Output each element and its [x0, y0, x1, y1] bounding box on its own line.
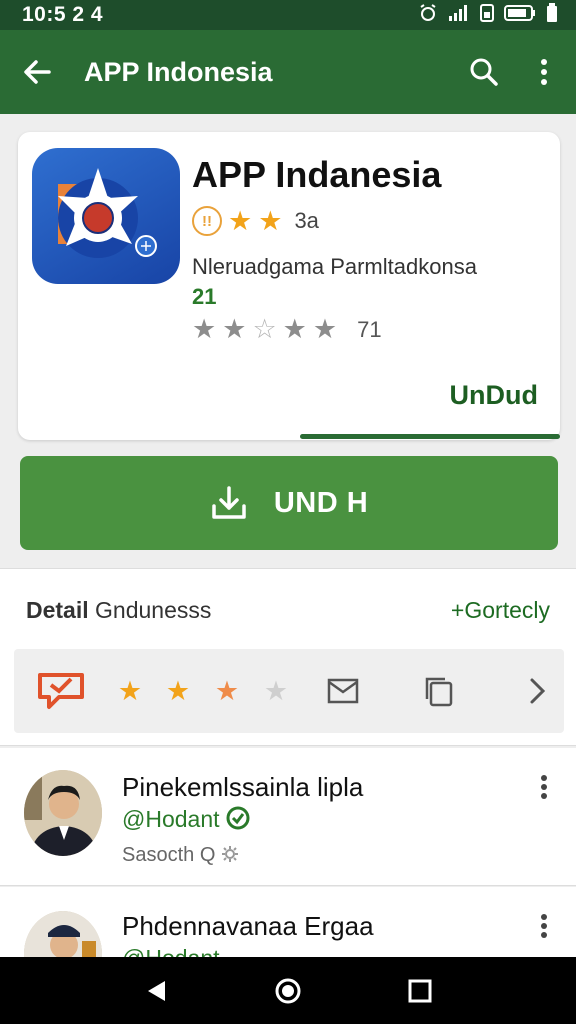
mail-button[interactable] — [326, 649, 360, 733]
download-icon — [212, 486, 246, 519]
chevron-right-icon — [530, 678, 546, 704]
app-category: 21 — [192, 284, 217, 309]
nav-home-icon — [275, 978, 301, 1003]
copy-icon — [425, 677, 453, 707]
next-button[interactable] — [524, 649, 550, 733]
app-bar: APP Indonesia — [0, 30, 576, 114]
install-label: UND H — [273, 486, 369, 519]
star-icon: ★ — [282, 314, 307, 344]
reviewer-name: Phdennavanaa Ergaa — [122, 911, 374, 941]
app-name: APP Indanesia — [192, 154, 442, 195]
battery-wide-icon — [504, 4, 536, 27]
card-underline — [300, 434, 560, 439]
rating-badge: !! — [192, 206, 222, 236]
avatar[interactable] — [24, 770, 102, 856]
nav-back-icon — [148, 980, 165, 1001]
app-info-card: APP Indanesia !! ★ ★ 3a Nleruadgama Parm… — [18, 132, 560, 440]
reviewer-handle: @Hodant — [122, 945, 220, 957]
card-download-link[interactable]: UnDud — [450, 380, 538, 411]
app-icon[interactable] — [32, 148, 180, 284]
status-bar: 10:5 2 4 — [0, 0, 576, 30]
more-vert-icon — [541, 59, 547, 85]
reviewer-name: Pinekemlssainla lipla — [122, 772, 364, 802]
more-vert-icon — [541, 914, 547, 938]
back-arrow-icon — [24, 60, 51, 84]
flag-message-icon — [38, 673, 84, 709]
detail-section: Detail Gndunesss +Gortecly ★ ★ ★ ★ — [0, 568, 576, 746]
app-bar-title: APP Indonesia — [84, 56, 273, 87]
status-icons — [418, 2, 558, 28]
system-nav-bar — [0, 957, 576, 1024]
back-button[interactable] — [0, 30, 74, 114]
alarm-icon — [418, 3, 438, 27]
settings-icon — [221, 846, 238, 862]
detail-title-rest: Gndunesss — [88, 597, 212, 623]
compass-logo-icon — [58, 168, 157, 258]
review-item[interactable]: Phdennavanaa Ergaa @Hodant — [0, 887, 576, 957]
avatar[interactable] — [24, 911, 102, 957]
search-button[interactable] — [454, 30, 514, 114]
verified-icon — [226, 806, 250, 830]
star-icon: ★ — [312, 314, 338, 344]
status-time: 10:5 2 4 — [22, 3, 104, 26]
rating-row: !! ★ ★ 3a — [192, 206, 319, 236]
reviewer-meta: Sasocth Q — [122, 844, 239, 867]
sim-icon — [480, 3, 494, 27]
detail-title-bold: Detail — [26, 597, 89, 623]
review-menu-button[interactable] — [534, 772, 554, 802]
reviewer-handle: @Hodant — [122, 806, 250, 833]
review-stars-row: ★ ★ ☆ ★ ★ 71 — [192, 316, 382, 343]
overflow-menu-button[interactable] — [514, 30, 574, 114]
detail-title: Detail Gndunesss — [26, 597, 211, 624]
nav-back-button[interactable] — [131, 966, 181, 1016]
person-avatar-icon — [24, 770, 102, 856]
report-button[interactable] — [36, 649, 86, 733]
star-icon: ★ — [258, 205, 283, 236]
star-half-icon: ☆ — [252, 314, 277, 344]
star-icon[interactable]: ★ — [162, 649, 194, 733]
reviewer-meta-text: Sasocth Q — [122, 844, 216, 866]
star-icon: ★ — [222, 314, 247, 344]
more-vert-icon — [541, 775, 547, 799]
review-item[interactable]: Pinekemlssainla lipla @Hodant Sasocth Q — [0, 748, 576, 886]
star-icon[interactable]: ★ — [211, 649, 243, 733]
rating-value: 3a — [294, 208, 319, 233]
detail-action-strip: ★ ★ ★ ★ — [14, 649, 564, 733]
person-avatar-icon — [24, 911, 102, 957]
detail-link[interactable]: +Gortecly — [451, 597, 550, 624]
nav-home-button[interactable] — [263, 966, 313, 1016]
battery-icon — [546, 2, 558, 28]
install-button[interactable]: UND H — [20, 456, 558, 550]
review-count: 71 — [357, 316, 382, 342]
search-icon — [470, 58, 498, 86]
star-icon: ★ — [192, 314, 217, 344]
signal-icon — [448, 4, 470, 27]
reviewer-handle-text: @Hodant — [122, 806, 220, 832]
review-menu-button[interactable] — [534, 911, 554, 941]
nav-recents-button[interactable] — [395, 966, 445, 1016]
nav-recents-icon — [408, 979, 432, 1002]
star-empty-icon[interactable]: ★ — [260, 649, 292, 733]
star-icon[interactable]: ★ — [114, 649, 146, 733]
developer-name[interactable]: Nleruadgama Parmltadkonsa — [192, 254, 477, 280]
mail-icon — [327, 678, 359, 704]
copy-button[interactable] — [422, 649, 456, 733]
star-icon: ★ — [228, 205, 253, 236]
